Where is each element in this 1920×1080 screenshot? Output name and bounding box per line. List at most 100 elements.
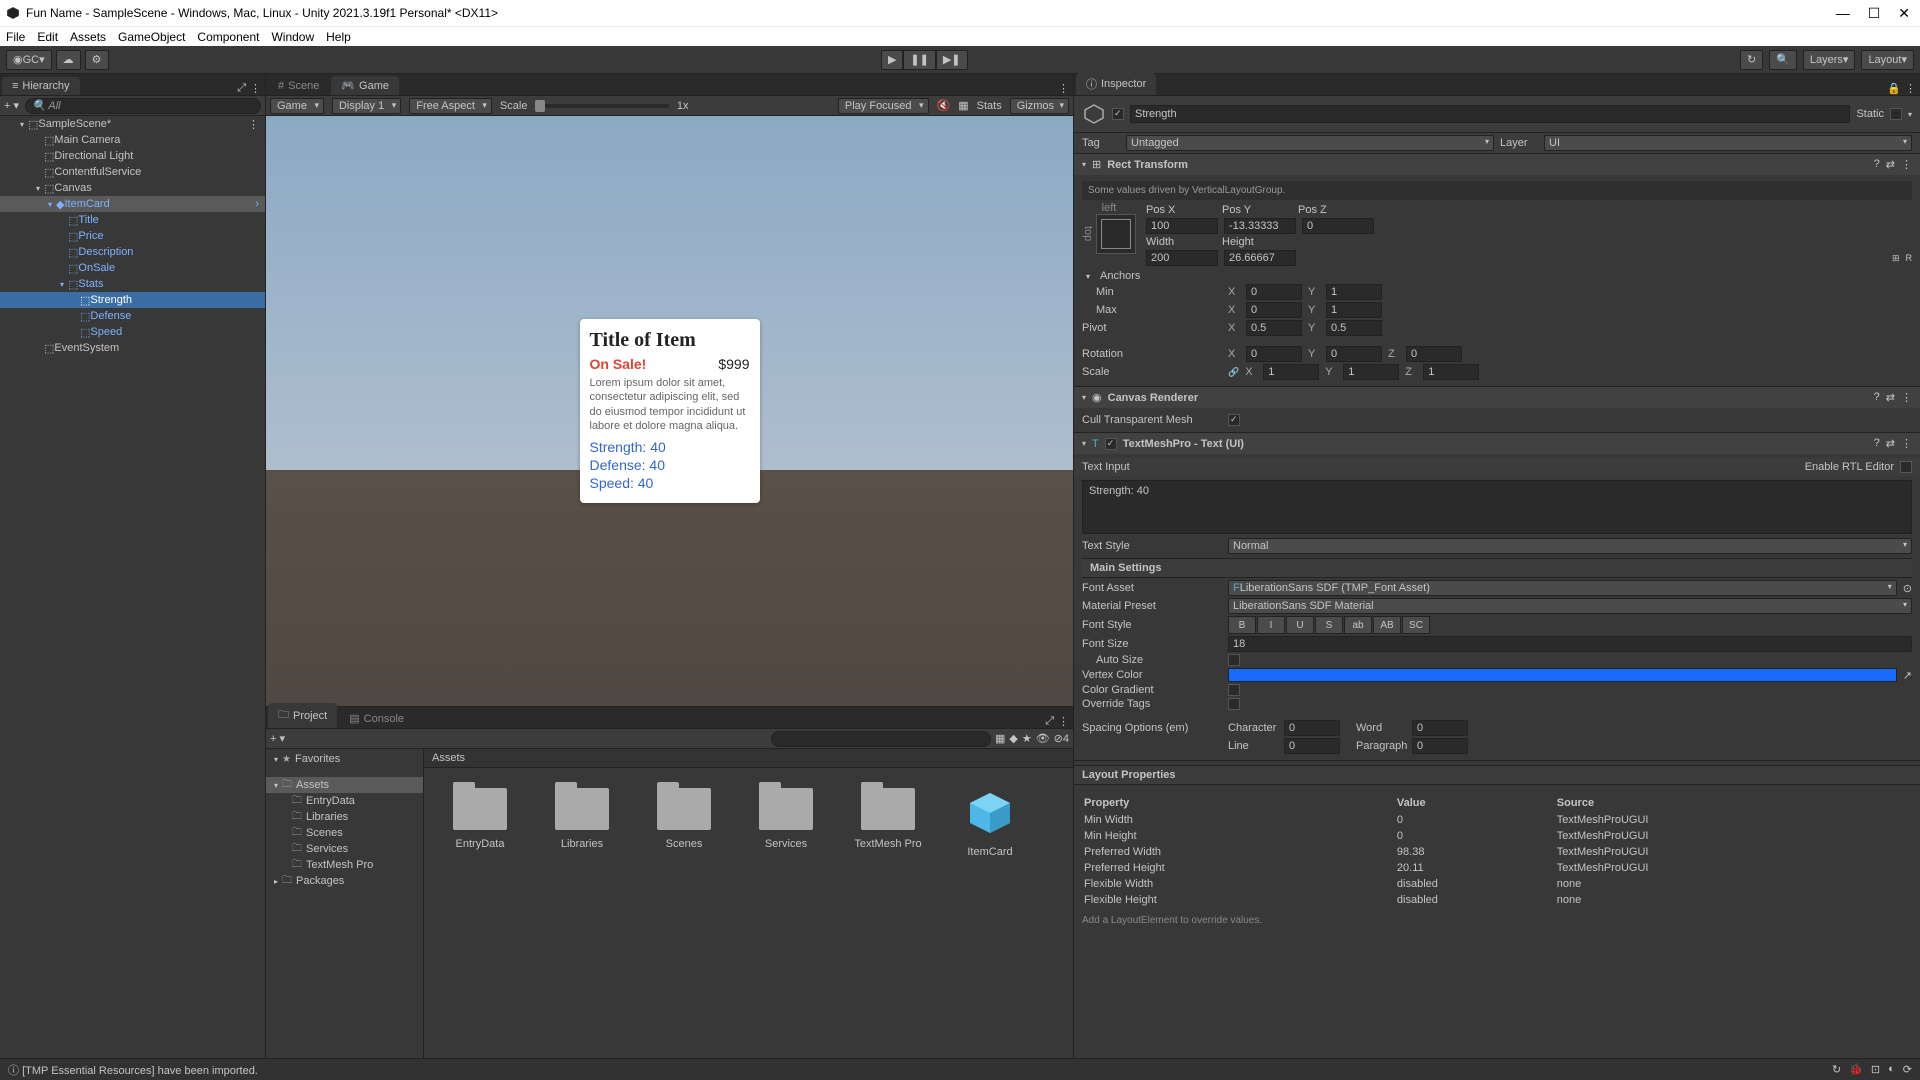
menu-component[interactable]: Component — [197, 30, 259, 44]
tree-row-contentful[interactable]: ⬚ ContentfulService — [0, 164, 265, 180]
bug-icon[interactable]: 🐞 — [1849, 1063, 1863, 1076]
assets-breadcrumb[interactable]: Assets — [424, 749, 1073, 768]
tree-row-price[interactable]: ⬚ Price — [0, 228, 265, 244]
layer-dropdown[interactable]: UI — [1544, 135, 1912, 151]
inspector-menu-icon[interactable]: ⋮ — [1905, 82, 1916, 95]
preset-icon[interactable]: ⇄ — [1886, 437, 1895, 450]
play-mode-dropdown[interactable]: Play Focused — [838, 98, 929, 114]
menu-window[interactable]: Window — [271, 30, 314, 44]
maximize-button[interactable]: ☐ — [1868, 5, 1881, 22]
help-icon[interactable]: ? — [1874, 391, 1880, 404]
hierarchy-popout-icon[interactable]: ⤢ — [237, 82, 246, 95]
undo-history-button[interactable]: ↻ — [1740, 50, 1763, 70]
tree-row-main-camera[interactable]: ⬚ Main Camera — [0, 132, 265, 148]
constrain-icon[interactable]: 🔗 — [1228, 367, 1239, 378]
asset-itemcard[interactable]: ItemCard — [954, 788, 1026, 858]
settings-button[interactable]: ⚙ — [85, 50, 109, 70]
menu-file[interactable]: File — [6, 30, 25, 44]
pause-button[interactable]: ❚❚ — [903, 50, 935, 70]
word-spacing[interactable] — [1412, 720, 1468, 736]
scale-slider[interactable] — [535, 104, 668, 108]
hierarchy-add-button[interactable]: + ▾ — [4, 99, 19, 112]
tmp-header[interactable]: ▾T TextMeshPro - Text (UI) ?⇄⋮ — [1074, 433, 1920, 454]
tab-inspector[interactable]: ⓘ Inspector — [1076, 73, 1156, 95]
tree-row-description[interactable]: ⬚ Description — [0, 244, 265, 260]
tag-dropdown[interactable]: Untagged — [1126, 135, 1494, 151]
tmp-text-field[interactable]: Strength: 40 — [1082, 480, 1912, 534]
anchor-max-y[interactable] — [1326, 302, 1382, 318]
mute-icon[interactable]: 🔇 — [937, 99, 951, 112]
smallcaps-button[interactable]: SC — [1402, 616, 1430, 634]
help-icon[interactable]: ? — [1874, 437, 1880, 450]
search-label-icon[interactable]: ◆ — [1009, 732, 1017, 745]
scale-x[interactable] — [1263, 364, 1319, 380]
search-type-icon[interactable]: ▦ — [995, 732, 1005, 745]
tree-services[interactable]: 🗀Services — [266, 841, 423, 857]
project-search[interactable] — [771, 731, 991, 747]
tree-row-itemcard[interactable]: ▾◆ ItemCard› — [0, 196, 265, 212]
component-menu-icon[interactable]: ⋮ — [1901, 158, 1912, 171]
activity-icon[interactable]: ⟳ — [1903, 1063, 1912, 1076]
inspector-lock-icon[interactable]: 🔒 — [1887, 82, 1901, 95]
anchor-min-y[interactable] — [1326, 284, 1382, 300]
preset-icon[interactable]: ⇄ — [1886, 391, 1895, 404]
tree-libraries[interactable]: 🗀Libraries — [266, 809, 423, 825]
asset-services[interactable]: Services — [750, 788, 822, 858]
scene-row[interactable]: ▾⬚ SampleScene*⋮ — [0, 116, 265, 132]
menu-help[interactable]: Help — [326, 30, 351, 44]
line-spacing[interactable] — [1284, 738, 1340, 754]
italic-button[interactable]: I — [1257, 616, 1285, 634]
width-field[interactable] — [1146, 250, 1218, 266]
anchor-preset-button[interactable] — [1096, 214, 1136, 254]
material-preset-dropdown[interactable]: LiberationSans SDF Material — [1228, 598, 1912, 614]
tree-entrydata[interactable]: 🗀EntryData — [266, 793, 423, 809]
char-spacing[interactable] — [1284, 720, 1340, 736]
static-checkbox[interactable] — [1890, 108, 1902, 120]
tree-row-dir-light[interactable]: ⬚ Directional Light — [0, 148, 265, 164]
lowercase-button[interactable]: ab — [1344, 616, 1372, 634]
uppercase-button[interactable]: AB — [1373, 616, 1401, 634]
component-menu-icon[interactable]: ⋮ — [1901, 437, 1912, 450]
text-style-dropdown[interactable]: Normal — [1228, 538, 1912, 554]
rect-transform-header[interactable]: ▾⊞ Rect Transform ?⇄⋮ — [1074, 154, 1920, 175]
vsync-icon[interactable]: ▦ — [958, 99, 968, 112]
play-button[interactable]: ▶ — [881, 50, 903, 70]
rot-y[interactable] — [1326, 346, 1382, 362]
stats-label[interactable]: Stats — [977, 100, 1002, 112]
object-picker-icon[interactable]: ⊙ — [1903, 582, 1912, 595]
tab-console[interactable]: ▤ Console — [339, 709, 414, 728]
rtl-checkbox[interactable] — [1900, 461, 1912, 473]
favorites-header[interactable]: ▾★Favorites — [266, 751, 423, 767]
tmp-enabled-checkbox[interactable] — [1105, 438, 1117, 450]
component-menu-icon[interactable]: ⋮ — [1901, 391, 1912, 404]
asset-scenes[interactable]: Scenes — [648, 788, 720, 858]
underline-button[interactable]: U — [1286, 616, 1314, 634]
anchor-min-x[interactable] — [1246, 284, 1302, 300]
help-icon[interactable]: ? — [1874, 158, 1880, 171]
tree-assets[interactable]: ▾🗀Assets — [266, 777, 423, 793]
font-asset-field[interactable]: FLiberationSans SDF (TMP_Font Asset) — [1228, 580, 1897, 596]
tree-row-onsale[interactable]: ⬚ OnSale — [0, 260, 265, 276]
tab-scene[interactable]: # Scene — [268, 77, 329, 95]
rot-z[interactable] — [1406, 346, 1462, 362]
font-size-field[interactable] — [1228, 636, 1912, 652]
asset-tmp[interactable]: TextMesh Pro — [852, 788, 924, 858]
asset-libraries[interactable]: Libraries — [546, 788, 618, 858]
cache-icon[interactable]: ⊡ — [1871, 1063, 1880, 1076]
cull-checkbox[interactable] — [1228, 414, 1240, 426]
tree-row-eventsystem[interactable]: ⬚ EventSystem — [0, 340, 265, 356]
bold-button[interactable]: B — [1228, 616, 1256, 634]
layout-dropdown[interactable]: Layout ▾ — [1861, 50, 1914, 70]
color-picker-icon[interactable]: ↗ — [1903, 669, 1912, 682]
posx-field[interactable] — [1146, 218, 1218, 234]
raw-edit-icon[interactable]: R — [1906, 253, 1913, 263]
menu-edit[interactable]: Edit — [37, 30, 58, 44]
posy-field[interactable] — [1224, 218, 1296, 234]
vertex-color-swatch[interactable] — [1228, 668, 1897, 682]
tab-project[interactable]: 🗀 Project — [268, 703, 337, 728]
tree-row-strength[interactable]: ⬚ Strength — [0, 292, 265, 308]
game-menu-icon[interactable]: ⋮ — [1058, 82, 1069, 95]
blueprint-icon[interactable]: ⊞ — [1892, 253, 1900, 264]
scale-y[interactable] — [1343, 364, 1399, 380]
tree-row-stats[interactable]: ▾⬚ Stats — [0, 276, 265, 292]
